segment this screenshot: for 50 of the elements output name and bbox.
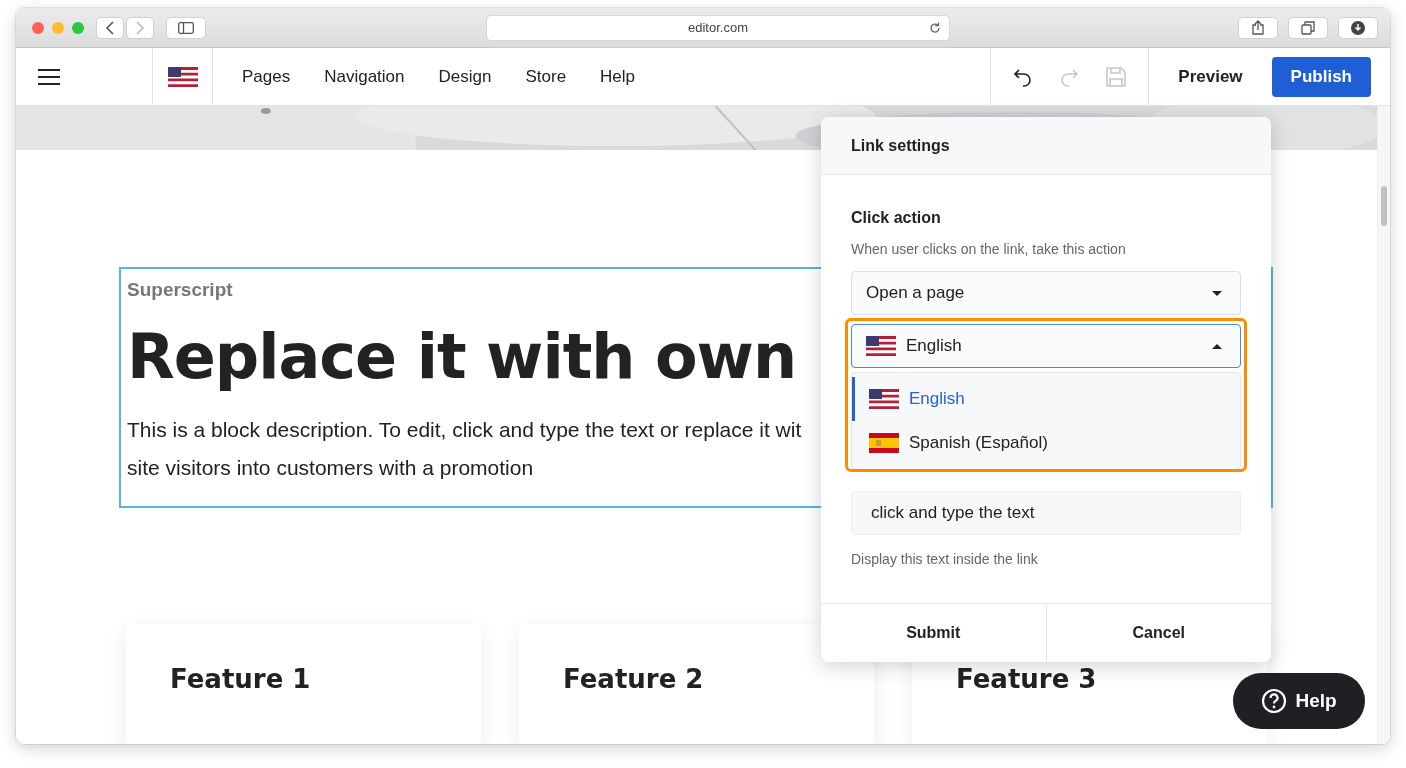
- feature-title: Feature 2: [563, 664, 704, 694]
- nav-link[interactable]: Help: [600, 66, 636, 87]
- window-controls-icon[interactable]: [32, 21, 84, 34]
- us-flag-icon: [866, 336, 896, 356]
- action-dropdown[interactable]: Open a page: [851, 271, 1241, 315]
- dialog-title: Link settings: [851, 136, 950, 155]
- nav-link[interactable]: Navigation: [324, 66, 405, 87]
- caret-icon: [1212, 290, 1222, 296]
- field-label: Click action: [851, 209, 941, 227]
- publish-button[interactable]: Publish: [1271, 56, 1371, 97]
- language-option[interactable]: Spanish (Español): [852, 421, 1240, 465]
- us-flag-icon[interactable]: [167, 66, 198, 87]
- share-icon: [1252, 20, 1264, 35]
- back-icon: [105, 20, 115, 35]
- us-flag-icon: [869, 389, 899, 409]
- preview-button[interactable]: Preview: [1169, 58, 1252, 95]
- superscript-text: Superscript: [127, 279, 233, 301]
- download-button[interactable]: [1338, 16, 1378, 39]
- block-heading: Replace it with own: [127, 319, 797, 395]
- description-text: This is a block description. To edit, click and type the text or replace it wit: [127, 417, 802, 443]
- back-button[interactable]: [96, 16, 124, 39]
- share-button[interactable]: [1238, 16, 1278, 39]
- hint-text: When user clicks on the link, take this action: [851, 241, 1126, 257]
- menu-icon[interactable]: [38, 68, 60, 85]
- reload-icon[interactable]: [929, 21, 941, 34]
- nav-link[interactable]: Pages: [242, 66, 291, 87]
- hint-text: Display this text inside the link: [851, 551, 1038, 567]
- forward-icon: [135, 20, 145, 35]
- caret-icon: [1212, 343, 1222, 349]
- sidebar-icon: [178, 21, 194, 34]
- scrollbar[interactable]: [1377, 106, 1390, 744]
- nav-link[interactable]: Store: [525, 66, 567, 87]
- tabs-button[interactable]: [1288, 16, 1328, 39]
- sidebar-button[interactable]: [166, 16, 206, 39]
- title-input[interactable]: click and type the text: [851, 491, 1241, 535]
- nav-link[interactable]: Design: [438, 66, 492, 87]
- spain-flag-icon: [869, 433, 899, 453]
- description-text: site visitors into customers with a promotion: [127, 455, 534, 481]
- language-option[interactable]: English: [852, 377, 1240, 421]
- address-bar[interactable]: editor.com: [486, 14, 950, 41]
- help-icon: [1261, 688, 1288, 714]
- url-text: editor.com: [688, 20, 748, 35]
- language-dropdown[interactable]: English: [851, 324, 1241, 368]
- feature-title: Feature 3: [956, 664, 1097, 694]
- tabs-icon: [1301, 20, 1315, 35]
- cancel-button[interactable]: Cancel: [1045, 604, 1271, 662]
- feature-title: Feature 1: [170, 664, 311, 694]
- download-icon: [1351, 20, 1365, 35]
- submit-button[interactable]: Submit: [821, 604, 1046, 662]
- help-button[interactable]: Help: [1233, 673, 1365, 729]
